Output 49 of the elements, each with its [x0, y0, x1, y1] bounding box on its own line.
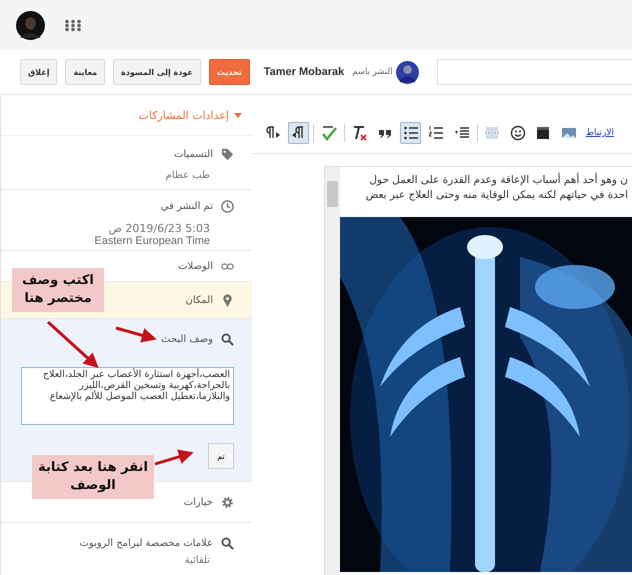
section-label[interactable]: علامات مخصصة لبرامج الروبوت: [79, 538, 213, 548]
location-pin-icon: [221, 294, 234, 306]
bullets-button[interactable]: [400, 122, 422, 144]
arrow: [116, 326, 157, 343]
link-button[interactable]: الارتباط: [584, 128, 616, 138]
section-value: 5:03 2019/6/23 ص: [108, 222, 210, 235]
avatar: [396, 60, 420, 84]
scrollbar[interactable]: [325, 167, 340, 575]
action-button[interactable]: عودة إلى المسودة: [113, 59, 201, 85]
rtl-button[interactable]: [288, 122, 310, 144]
clear-format-icon: [351, 125, 368, 141]
title-field[interactable]: [437, 59, 632, 85]
search-icon: [221, 332, 234, 346]
tag-icon: [221, 148, 234, 160]
section-label[interactable]: التسميات: [174, 148, 213, 160]
callout-note: انقر هنا بعد كتابة الوصف: [32, 455, 154, 499]
action-button[interactable]: إغلاق: [20, 59, 58, 85]
arrow: [47, 320, 99, 368]
section-label[interactable]: وصف البحث: [161, 334, 213, 344]
arrow: [154, 450, 194, 466]
gear-icon: [221, 496, 234, 508]
indent-icon: [454, 125, 470, 141]
timezone-text: Eastern European Time: [93, 235, 210, 247]
smiley-icon: [510, 125, 526, 141]
author-label: النشر باسم: [352, 67, 392, 77]
paragraph-ltr-icon: [264, 125, 281, 141]
section-label[interactable]: خيارات: [184, 496, 213, 508]
section-value: تلقائية: [184, 555, 210, 566]
avatar[interactable]: [16, 10, 45, 40]
search-icon: [221, 536, 234, 550]
clapperboard-icon: [535, 125, 552, 141]
post-text: احدة في حياتهم لكنه يمكن الوقاية منه وحتى العلاج عبر بعض: [366, 188, 629, 203]
numbered-list-icon: [428, 125, 444, 141]
apps-icon[interactable]: [65, 18, 81, 32]
spellcheck-icon: [320, 125, 337, 141]
section-value: طب عظام: [164, 170, 210, 181]
section-label[interactable]: المكان: [185, 294, 213, 306]
section-label[interactable]: تم النشر في: [160, 200, 213, 212]
section-label[interactable]: الوصلات: [178, 260, 213, 272]
clock-icon: [221, 200, 234, 212]
action-button[interactable]: معاينة: [65, 59, 106, 85]
page-break-icon: [484, 125, 500, 141]
caret-icon[interactable]: [234, 112, 242, 118]
author-name: Tamer Mobarak: [264, 66, 344, 78]
image-icon: [560, 125, 577, 141]
bullet-list-icon: [402, 125, 419, 141]
callout-note: اكتب وصف مختصر هنا: [12, 268, 104, 312]
post-text: ن وهو أحد أهم أسباب الإعاقة وعدم القدرة على العمل حول: [369, 173, 629, 188]
done-button[interactable]: تم: [208, 443, 234, 469]
